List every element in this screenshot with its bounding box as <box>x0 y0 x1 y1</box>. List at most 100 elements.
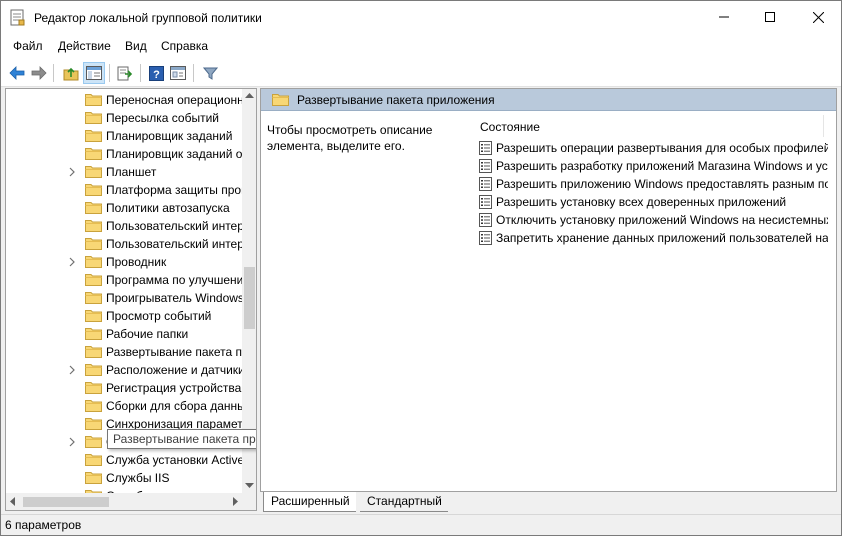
policy-setting-icon <box>479 195 492 211</box>
menu-file[interactable]: Файл <box>13 39 43 53</box>
svg-text:?: ? <box>153 69 160 81</box>
folder-icon <box>85 183 102 199</box>
tab-extended[interactable]: Расширенный <box>263 492 356 512</box>
scroll-down-arrow-icon[interactable] <box>245 483 254 488</box>
folder-icon <box>85 291 102 307</box>
status-bar: 6 параметров <box>1 514 841 535</box>
details-description: Чтобы просмотреть описание элемента, выд… <box>267 123 433 153</box>
setting-row[interactable]: Разрешить приложению Windows предоставля… <box>478 175 828 193</box>
tree-item-label: Развертывание пакета приложения <box>106 345 242 359</box>
back-button[interactable] <box>6 62 28 84</box>
menu-action[interactable]: Действие <box>58 39 111 53</box>
tree-item-label: Переносная операционная система <box>106 93 242 107</box>
show-hide-tree-button[interactable] <box>83 62 105 84</box>
policy-setting-icon <box>479 159 492 175</box>
tree-item[interactable]: Расположение и датчики <box>6 361 242 379</box>
setting-row[interactable]: Разрешить операции развертывания для осо… <box>478 139 828 157</box>
setting-label: Разрешить установку всех доверенных прил… <box>496 195 787 209</box>
export-list-button[interactable] <box>114 62 136 84</box>
properties-button[interactable] <box>167 62 189 84</box>
filter-button[interactable] <box>199 62 221 84</box>
details-pane: Развертывание пакета приложения Чтобы пр… <box>260 88 837 492</box>
policy-tree[interactable]: Переносная операционная система Пересылка… <box>5 88 257 511</box>
setting-row[interactable]: Запретить хранение данных приложений пол… <box>478 229 828 247</box>
tree-item[interactable]: Планировщик заданий <box>6 127 242 145</box>
tree-item[interactable]: Просмотр событий <box>6 307 242 325</box>
menu-bar: Файл Действие Вид Справка <box>1 33 841 59</box>
folder-icon <box>85 273 102 289</box>
setting-row[interactable]: Отключить установку приложений Windows н… <box>478 211 828 229</box>
folder-icon <box>85 309 102 325</box>
tree-item-label: Проводник <box>106 255 167 269</box>
tree-item-label: Рабочие папки <box>106 327 189 341</box>
folder-icon <box>85 201 102 217</box>
setting-label: Отключить установку приложений Windows н… <box>496 213 828 227</box>
tree-horizontal-scroll-thumb[interactable] <box>23 497 109 507</box>
tree-item[interactable]: Переносная операционная система <box>6 91 242 109</box>
tree-item-label: Планировщик заданий обслуживания <box>106 147 242 161</box>
tab-standard[interactable]: Стандартный <box>360 492 448 512</box>
toolbar-separator <box>53 64 54 82</box>
tree-item-label: Платформа защиты программного обеспечени… <box>106 183 242 197</box>
expand-chevron-icon[interactable] <box>69 436 76 450</box>
policy-setting-icon <box>479 141 492 157</box>
folder-icon <box>85 93 102 109</box>
folder-icon <box>85 417 102 433</box>
back-arrow-icon <box>9 66 25 80</box>
tree-item[interactable]: Пользовательский интерфейс <box>6 235 242 253</box>
tree-item[interactable]: Службы IIS <box>6 469 242 487</box>
tree-item-label: Пользовательский интерфейс <box>106 219 242 233</box>
tree-item-selected[interactable]: Развертывание пакета приложения <box>6 343 242 361</box>
policy-setting-icon <box>479 177 492 193</box>
close-button[interactable] <box>795 1 841 33</box>
help-button[interactable]: ? <box>145 62 167 84</box>
tree-item[interactable]: Политики автозапуска <box>6 199 242 217</box>
folder-icon <box>85 471 102 487</box>
folder-icon <box>85 165 102 181</box>
menu-help[interactable]: Справка <box>161 39 208 53</box>
status-text: 6 параметров <box>5 518 82 532</box>
tree-item[interactable]: Пересылка событий <box>6 109 242 127</box>
expand-chevron-icon[interactable] <box>69 364 76 378</box>
folder-icon <box>85 219 102 235</box>
up-one-level-button[interactable] <box>60 62 82 84</box>
folder-icon <box>85 345 102 361</box>
expand-chevron-icon[interactable] <box>69 256 76 270</box>
filter-icon <box>202 67 218 80</box>
tree-item[interactable]: Пользовательский интерфейс <box>6 217 242 235</box>
tree-item[interactable]: Планировщик заданий обслуживания <box>6 145 242 163</box>
setting-label: Запретить хранение данных приложений пол… <box>496 231 828 245</box>
tree-item-label: Проигрыватель Windows Media <box>106 291 242 305</box>
tree-item[interactable]: Проводник <box>6 253 242 271</box>
tree-horizontal-scrollbar[interactable] <box>6 493 256 510</box>
tree-item-label: Просмотр событий <box>106 309 212 323</box>
maximize-button[interactable] <box>747 1 793 33</box>
folder-icon <box>85 255 102 271</box>
tree-item[interactable]: Платформа защиты программного обеспечени… <box>6 181 242 199</box>
tree-item-label: Расположение и датчики <box>106 363 242 377</box>
tree-item[interactable]: Планшет <box>6 163 242 181</box>
folder-icon <box>85 399 102 415</box>
tree-item[interactable]: Служба установки ActiveX <box>6 451 242 469</box>
setting-row[interactable]: Разрешить разработку приложений Магазина… <box>478 157 828 175</box>
column-header-state[interactable]: Состояние <box>480 120 540 134</box>
tree-vertical-scroll-thumb[interactable] <box>244 267 255 329</box>
tree-item[interactable]: Рабочие папки <box>6 325 242 343</box>
toolbar-separator <box>193 64 194 82</box>
expand-chevron-icon[interactable] <box>69 166 76 180</box>
toolbar-separator <box>109 64 110 82</box>
scroll-right-arrow-icon[interactable] <box>233 497 238 506</box>
tree-item[interactable]: Программа по улучшению <box>6 271 242 289</box>
tree-item-label: Пересылка событий <box>106 111 220 125</box>
tree-item[interactable]: Проигрыватель Windows Media <box>6 289 242 307</box>
tree-item[interactable]: Регистрация устройства <box>6 379 242 397</box>
tree-item[interactable]: Сборки для сбора данных <box>6 397 242 415</box>
setting-row[interactable]: Разрешить установку всех доверенных прил… <box>478 193 828 211</box>
minimize-button[interactable] <box>701 1 747 33</box>
scroll-left-arrow-icon[interactable] <box>10 497 15 506</box>
forward-button[interactable] <box>28 62 50 84</box>
tree-item-label: Планировщик заданий <box>106 129 233 143</box>
scroll-up-arrow-icon[interactable] <box>245 93 254 98</box>
folder-icon <box>85 435 102 451</box>
menu-view[interactable]: Вид <box>125 39 147 53</box>
